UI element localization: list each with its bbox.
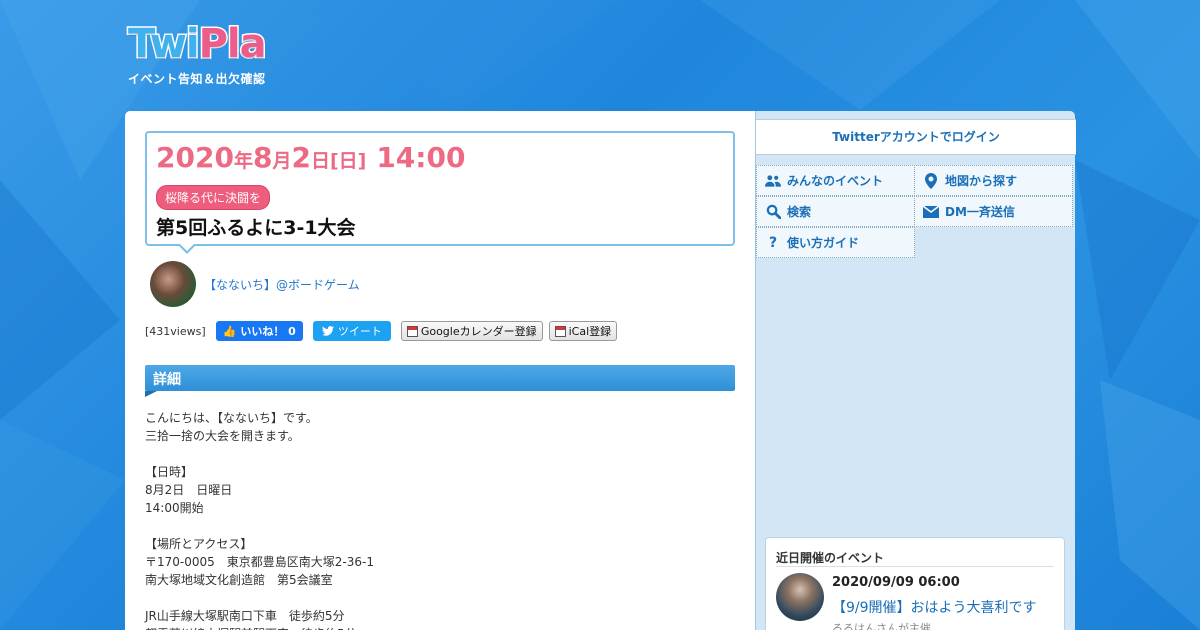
- ical-label: iCal登録: [568, 325, 612, 338]
- upcoming-events-panel: 近日開催のイベント 2020/09/09 06:00 【9/9開催】おはよう大喜…: [765, 537, 1065, 630]
- divider: [776, 566, 1054, 567]
- facebook-thumb-icon: 👍: [222, 324, 237, 338]
- share-row: [431views] 👍 いいね！ 0 ツイート Googleカレンダー登録 i…: [145, 321, 623, 341]
- upcoming-event-date: 2020/09/09 06:00: [832, 575, 960, 590]
- menu-label-map-search: 地図から探す: [945, 174, 1018, 188]
- menu-item-dm-broadcast[interactable]: DM一斉送信: [914, 196, 1073, 227]
- event-year: 2020: [156, 141, 234, 174]
- event-datetime: 2020年8月2日[日] 14:00: [156, 141, 465, 174]
- logo-wordmark: TwiPla: [127, 21, 269, 68]
- calendar-icon: [406, 325, 418, 337]
- event-day-suffix: 日: [310, 150, 330, 172]
- menu-item-all-events[interactable]: みんなのイベント: [756, 165, 915, 196]
- google-calendar-button[interactable]: Googleカレンダー登録: [400, 321, 543, 341]
- ical-button[interactable]: iCal登録: [548, 321, 618, 341]
- event-main-panel: 2020年8月2日[日] 14:00 桜降る代に決闘を 第5回ふるよに3-1大会 …: [125, 111, 755, 630]
- event-tag[interactable]: 桜降る代に決闘を: [156, 185, 271, 210]
- organizer[interactable]: 【なないち】@ボードゲーム: [150, 261, 360, 307]
- menu-item-map-search[interactable]: 地図から探す: [914, 165, 1073, 196]
- logo-pla: Pla: [197, 21, 268, 68]
- upcoming-event-avatar[interactable]: [776, 573, 824, 621]
- event-weekday: [日]: [329, 150, 367, 172]
- upcoming-event-host: るるはんさんが主催: [832, 622, 931, 630]
- search-icon: [765, 204, 781, 220]
- event-day: 2: [291, 141, 311, 174]
- menu-label-search: 検索: [787, 205, 812, 219]
- menu-label-guide: 使い方ガイド: [787, 236, 860, 250]
- organizer-avatar[interactable]: [150, 261, 196, 307]
- menu-label-dm-broadcast: DM一斉送信: [945, 205, 1015, 219]
- twitter-login-button[interactable]: Twitterアカウントでログイン: [756, 119, 1076, 155]
- users-icon: [765, 173, 781, 189]
- facebook-like-button[interactable]: 👍 いいね！ 0: [215, 321, 303, 341]
- event-header-box: 2020年8月2日[日] 14:00 桜降る代に決闘を 第5回ふるよに3-1大会: [145, 131, 735, 254]
- logo-twi: Twi: [127, 21, 202, 68]
- sidebar: Twitterアカウントでログイン みんなのイベント 地図から探す 検索 DM一…: [755, 111, 1076, 630]
- organizer-name-link[interactable]: 【なないち】@ボードゲーム: [204, 276, 360, 293]
- facebook-like-label: いいね！ 0: [240, 325, 296, 338]
- question-icon: ?: [768, 234, 778, 251]
- event-details-text: こんにちは、【なないち】です。 三拾一捨の大会を開きます。 【日時】 8月2日 …: [145, 411, 374, 630]
- event-time: 14:00: [376, 141, 466, 174]
- tweet-button[interactable]: ツイート: [312, 321, 391, 341]
- map-pin-icon: [923, 172, 939, 189]
- event-year-suffix: 年: [233, 150, 253, 172]
- envelope-icon: [923, 204, 939, 220]
- event-month-suffix: 月: [272, 150, 292, 172]
- calendar-icon: [554, 325, 566, 337]
- event-title: 第5回ふるよに3-1大会: [156, 217, 356, 239]
- upcoming-event-title-link[interactable]: 【9/9開催】おはよう大喜利です: [832, 597, 1037, 617]
- twipla-logo[interactable]: TwiPla イベント告知＆出欠確認: [127, 21, 269, 87]
- upcoming-events-title: 近日開催のイベント: [776, 551, 885, 565]
- view-count: [431views]: [145, 324, 206, 338]
- menu-item-guide[interactable]: ? 使い方ガイド: [756, 227, 915, 258]
- details-heading: 詳細: [145, 365, 735, 397]
- logo-tagline: イベント告知＆出欠確認: [128, 72, 266, 86]
- menu-label-all-events: みんなのイベント: [787, 174, 884, 188]
- menu-item-search[interactable]: 検索: [756, 196, 915, 227]
- twitter-bird-icon: [321, 326, 334, 336]
- event-month: 8: [252, 141, 273, 174]
- google-calendar-label: Googleカレンダー登録: [420, 325, 537, 338]
- tweet-label: ツイート: [337, 325, 382, 338]
